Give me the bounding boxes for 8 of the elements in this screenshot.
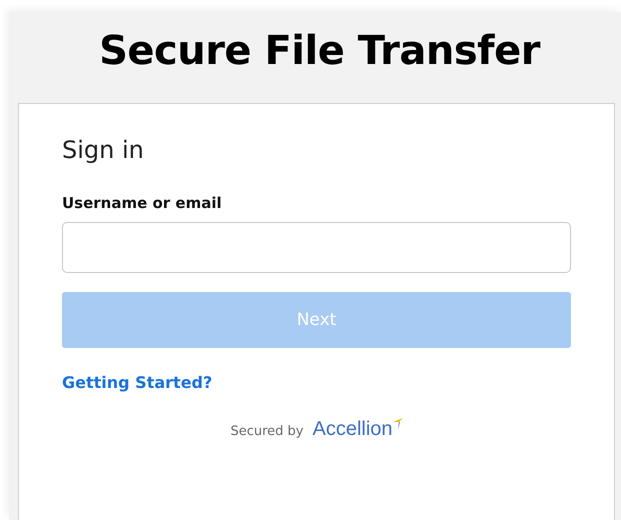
field-label: Username or email: [62, 194, 222, 212]
secured-by-text: Secured by: [230, 424, 304, 439]
username-field[interactable]: [62, 222, 571, 273]
form-heading: Sign in: [62, 136, 144, 164]
getting-started-link[interactable]: Getting Started?: [62, 373, 212, 392]
brand-logo-text: Accellion: [312, 418, 393, 441]
page-title: Secure File Transfer: [99, 28, 540, 74]
swoosh-icon: [392, 418, 403, 430]
